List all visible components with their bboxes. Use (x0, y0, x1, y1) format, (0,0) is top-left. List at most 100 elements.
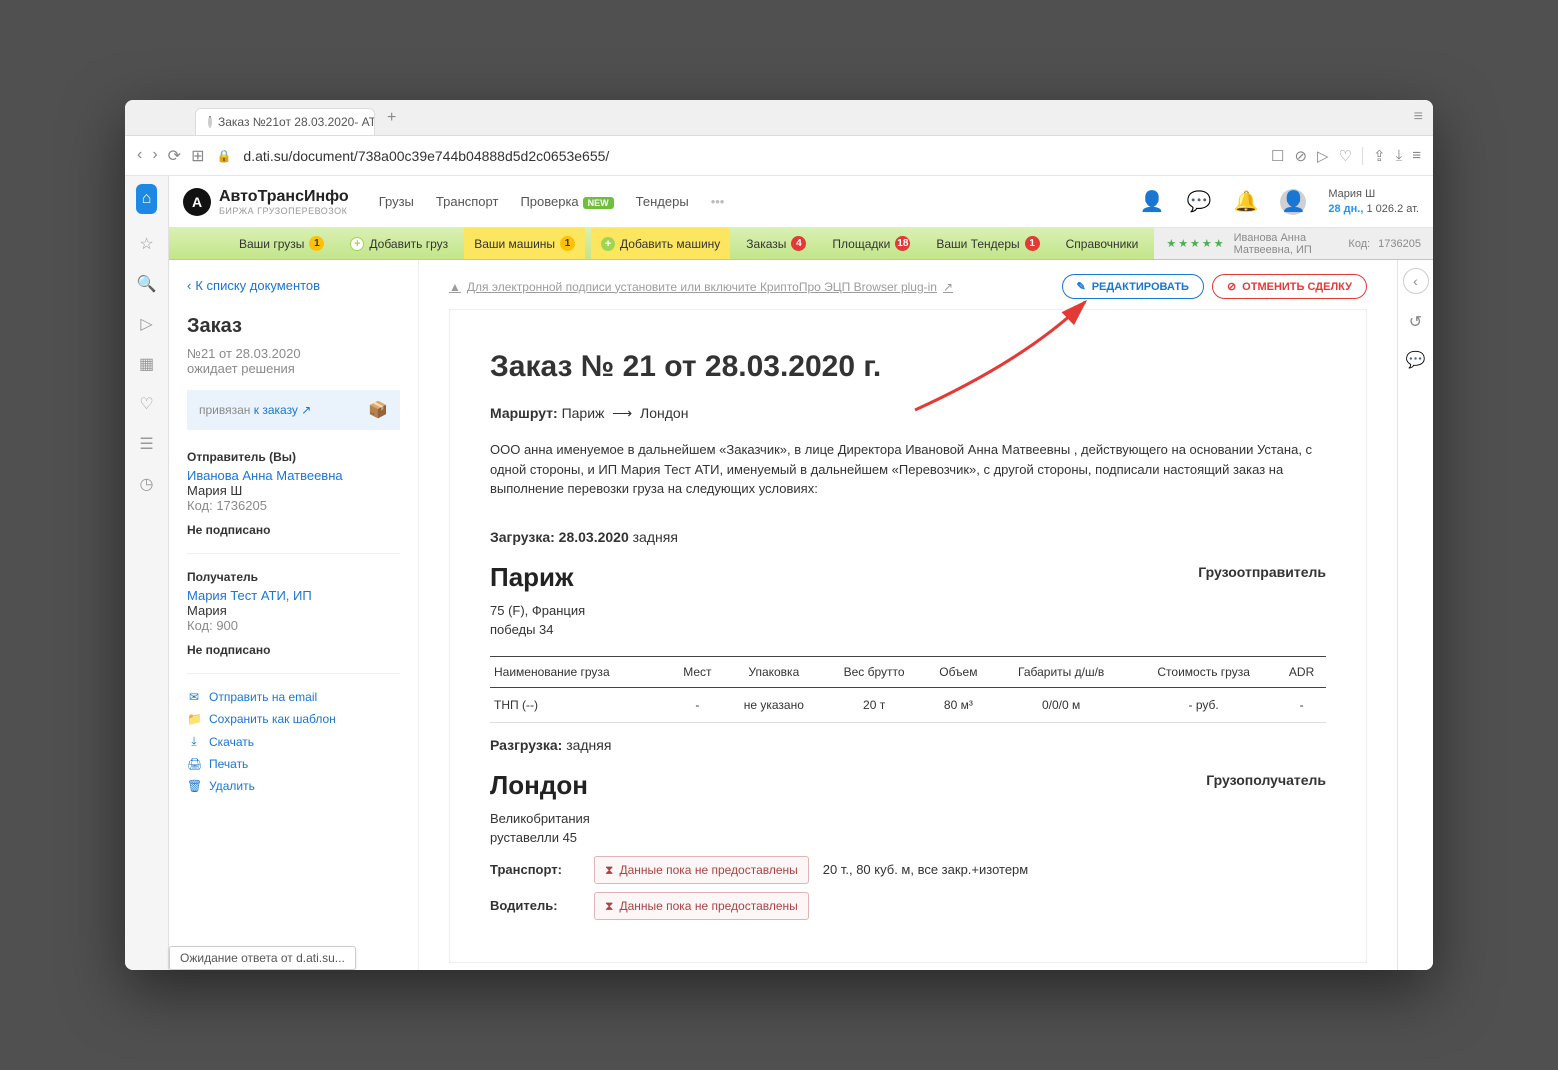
consignee-label: Грузополучатель (1206, 770, 1326, 791)
star-icon[interactable]: ☆ (139, 234, 153, 254)
crypto-notice[interactable]: ▲ Для электронной подписи установите или… (449, 280, 953, 294)
heart-rail-icon[interactable]: ♡ (139, 394, 153, 414)
sub-nav: Ваши грузы1 +Добавить груз Ваши машины1 … (169, 228, 1433, 260)
list-icon[interactable]: ☰ (139, 434, 153, 454)
left-sidebar: ‹ К списку документов Заказ №21 от 28.03… (169, 260, 419, 970)
header-search-icon[interactable]: 👤 (1140, 189, 1165, 214)
subnav-orders[interactable]: Заказы4 (736, 228, 816, 259)
recipient-person: Мария (187, 603, 400, 618)
cancel-deal-button[interactable]: ⊘ОТМЕНИТЬ СДЕЛКУ (1212, 274, 1367, 299)
subnav-add-cargo[interactable]: +Добавить груз (340, 228, 458, 259)
download-action-icon: ⤓ (187, 734, 201, 749)
user-block[interactable]: Мария Ш 28 дн., 1 026.2 ат. (1328, 187, 1419, 216)
route-line: Маршрут: Париж ⟶ Лондон (490, 403, 1326, 424)
history-icon[interactable]: ↺ (1409, 312, 1422, 332)
action-download[interactable]: ⤓Скачать (187, 734, 400, 749)
chat-icon[interactable]: 💬 (1187, 189, 1212, 214)
lock-icon: 🔒 (216, 149, 231, 163)
comments-icon[interactable]: 💬 (1406, 350, 1426, 370)
collapse-icon[interactable]: ‹ (1403, 268, 1429, 294)
tab-bar: Заказ №21от 28.03.2020- АТ + ≡ (125, 100, 1433, 136)
subnav-your-cargo[interactable]: Ваши грузы1 (229, 228, 334, 259)
sender-link[interactable]: Иванова Анна Матвеевна (187, 468, 400, 483)
play-icon[interactable]: ▷ (1317, 147, 1329, 165)
loading-spinner-icon (208, 116, 212, 128)
home-icon[interactable]: ⌂ (136, 184, 158, 214)
sender-not-signed: Не подписано (187, 523, 400, 537)
order-status: ожидает решения (187, 361, 400, 376)
city-from-addr: победы 34 (490, 620, 585, 640)
recipient-code: Код: 900 (187, 618, 400, 633)
site-header: А АвтоТрансИнфо БИРЖА ГРУЗОПЕРЕВОЗОК Гру… (169, 176, 1433, 228)
download-icon[interactable]: ⤓ (1396, 147, 1403, 164)
brand-subtitle: БИРЖА ГРУЗОПЕРЕВОЗОК (219, 206, 349, 216)
action-template[interactable]: 📁Сохранить как шаблон (187, 712, 400, 726)
nav-check[interactable]: ПроверкаNEW (520, 194, 613, 209)
external-link-icon: ↗ (943, 280, 953, 294)
city-to-addr: руставелли 45 (490, 828, 590, 848)
nav-tenders[interactable]: Тендеры (636, 194, 689, 209)
new-tab-button[interactable]: + (375, 101, 408, 135)
user-name: Мария Ш (1328, 187, 1419, 201)
nav-cargo[interactable]: Грузы (379, 194, 414, 209)
attached-box[interactable]: привязан к заказу ↗ 📦 (187, 390, 400, 430)
bell-icon[interactable]: 🔔 (1233, 189, 1258, 214)
back-icon[interactable]: ‹ (137, 146, 142, 166)
browser-tab[interactable]: Заказ №21от 28.03.2020- АТ (195, 108, 375, 135)
menu-icon[interactable]: ≡ (1412, 147, 1421, 164)
subnav-your-vehicles[interactable]: Ваши машины1 (464, 228, 585, 259)
reload-icon[interactable]: ⟳ (168, 146, 181, 166)
tabbar-menu-icon[interactable]: ≡ (1414, 108, 1423, 126)
grid-icon[interactable]: ▦ (139, 354, 154, 374)
subnav-your-tenders[interactable]: Ваши Тендеры1 (926, 228, 1049, 259)
share-icon[interactable]: ⇪ (1373, 147, 1386, 165)
action-email[interactable]: ✉Отправить на email (187, 690, 400, 704)
action-print[interactable]: 🖨Печать (187, 757, 400, 771)
block-icon[interactable]: ⊘ (1294, 147, 1307, 165)
nodata-badge: ⧗Данные пока не предоставлены (594, 892, 809, 920)
tab-title: Заказ №21от 28.03.2020- АТ (218, 115, 375, 129)
recipient-link[interactable]: Мария Тест АТИ, ИП (187, 588, 400, 603)
pencil-icon: ✎ (1077, 280, 1086, 293)
nav-more-icon[interactable]: ••• (711, 194, 725, 209)
heart-icon[interactable]: ♡ (1339, 147, 1352, 165)
top-nav: Грузы Транспорт ПроверкаNEW Тендеры ••• (379, 194, 725, 209)
main-column: ▲ Для электронной подписи установите или… (419, 260, 1397, 970)
browser-status-bar: Ожидание ответа от d.ati.su... (169, 946, 356, 970)
doc-paragraph: ООО анна именуемое в дальнейшем «Заказчи… (490, 440, 1326, 499)
unloading-section: Разгрузка: задняя (490, 735, 1326, 756)
search-icon[interactable]: 🔍 (137, 274, 157, 294)
subnav-platforms[interactable]: Площадки18 (822, 228, 920, 259)
folder-icon: 📁 (187, 712, 201, 726)
transport-row: Транспорт: ⧗Данные пока не предоставлены… (490, 856, 1326, 884)
right-rail: ‹ ↺ 💬 (1397, 260, 1433, 970)
forward-icon[interactable]: › (152, 146, 157, 166)
clock-icon[interactable]: ◷ (140, 474, 154, 494)
nav-transport[interactable]: Транспорт (436, 194, 499, 209)
brand-title: АвтоТрансИнфо (219, 188, 349, 206)
warning-icon: ▲ (449, 280, 461, 294)
box-icon: 📦 (368, 400, 388, 420)
back-to-list-link[interactable]: ‹ К списку документов (187, 278, 400, 293)
city-from: Париж (490, 558, 585, 597)
logo-icon[interactable]: А (183, 188, 211, 216)
url-text[interactable]: d.ati.su/document/738a00c39e744b04888d5d… (243, 148, 609, 164)
apps-icon[interactable]: ⊞ (191, 146, 204, 166)
edit-button[interactable]: ✎РЕДАКТИРОВАТЬ (1062, 274, 1204, 299)
action-delete[interactable]: 🗑Удалить (187, 779, 400, 793)
send-icon[interactable]: ▷ (140, 314, 152, 334)
attached-link[interactable]: к заказу ↗ (254, 403, 312, 417)
sender-person: Мария Ш (187, 483, 400, 498)
loading-section: Загрузка: 28.03.2020 задняя (490, 527, 1326, 548)
city-to: Лондон (490, 766, 590, 805)
hourglass-icon: ⧗ (605, 861, 613, 879)
subnav-add-vehicle[interactable]: +Добавить машину (591, 228, 730, 259)
order-num-date: №21 от 28.03.2020 (187, 346, 400, 361)
driver-row: Водитель: ⧗Данные пока не предоставлены (490, 892, 1326, 920)
url-bar: ‹ › ⟳ ⊞ 🔒 d.ati.su/document/738a00c39e74… (125, 136, 1433, 176)
avatar-icon[interactable]: 👤 (1280, 189, 1306, 215)
city-to-sub: Великобритания (490, 809, 590, 829)
subnav-refs[interactable]: Справочники (1056, 228, 1149, 259)
shipper-label: Грузоотправитель (1198, 562, 1326, 583)
camera-icon[interactable]: ☐ (1271, 147, 1284, 165)
